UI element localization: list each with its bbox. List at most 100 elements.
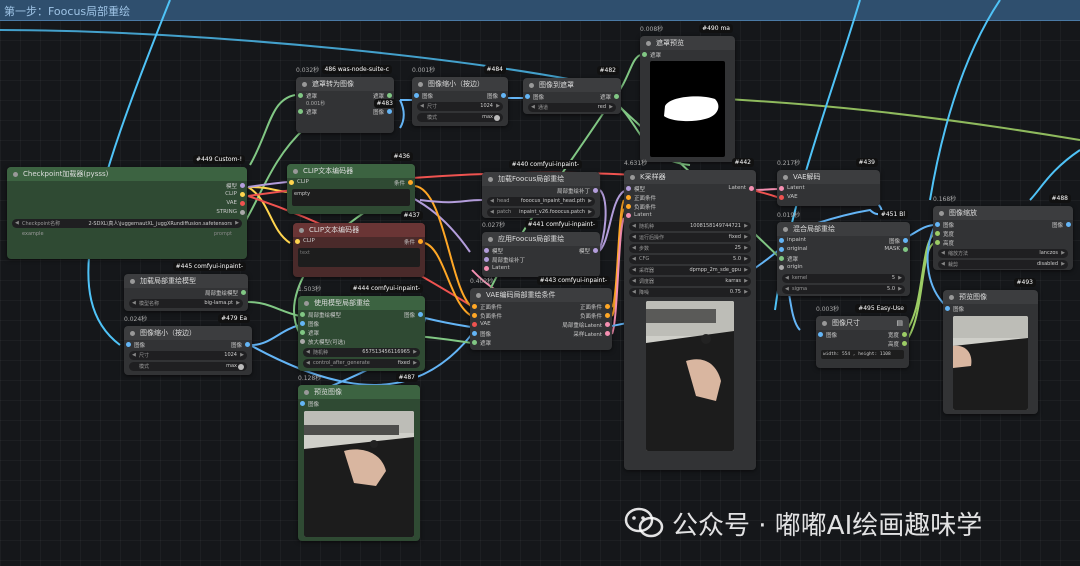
input-slot-upscale-model[interactable] (300, 339, 305, 344)
input-slot-mask[interactable] (298, 109, 303, 114)
node-490-mask-preview[interactable]: 0.008秒 #490 ma 遮罩预览 遮罩 (640, 24, 735, 162)
input-slot-height[interactable] (935, 240, 940, 245)
arrow-right-icon[interactable]: ▶ (744, 278, 748, 284)
collapse-dot-icon[interactable] (630, 174, 635, 180)
output-slot-width[interactable] (902, 332, 907, 337)
patch-widget[interactable]: ◀ patch inpaint_v26.fooocus.patch ▶ (487, 208, 595, 217)
input-slot-image[interactable] (945, 306, 950, 311)
seed-widget[interactable]: ◀ 随机种 657513456116965 ▶ (303, 348, 420, 357)
output-slot-image[interactable] (418, 312, 423, 317)
collapse-dot-icon[interactable] (783, 226, 788, 232)
arrow-left-icon[interactable]: ◀ (132, 300, 136, 306)
input-slot-mask[interactable] (779, 256, 784, 261)
node-487-preview-image[interactable]: 0.128秒 #487 预览图像 图像 (298, 373, 420, 541)
node-header[interactable]: 加载局部重绘模型 (124, 274, 248, 288)
node-header[interactable]: 混合局部重绘 (777, 222, 910, 236)
input-slot-image[interactable] (472, 331, 477, 336)
output-slot-mask[interactable] (903, 247, 908, 252)
arrow-left-icon[interactable]: ◀ (785, 286, 789, 292)
input-slot-mask[interactable] (642, 52, 647, 57)
node-header[interactable]: 应用Foocus局部重绘 (482, 232, 600, 246)
output-slot-image[interactable] (501, 93, 506, 98)
scheduler-widget[interactable]: ◀ 调度器 karras ▶ (629, 277, 751, 286)
sigma-widget[interactable]: ◀ sigma 5.0 ▶ (782, 285, 905, 294)
input-slot-latent[interactable] (779, 186, 784, 191)
collapse-dot-icon[interactable] (299, 227, 304, 233)
arrow-right-icon[interactable]: ▶ (744, 289, 748, 295)
arrow-left-icon[interactable]: ◀ (785, 275, 789, 281)
input-slot-inpaint-model[interactable] (300, 312, 305, 317)
collapse-dot-icon[interactable] (13, 171, 18, 177)
output-slot-height[interactable] (902, 341, 907, 346)
arrow-right-icon[interactable]: ▶ (236, 300, 240, 306)
kernel-widget[interactable]: ◀ kernel 5 ▶ (782, 274, 905, 283)
example-widget[interactable]: example prompt (12, 230, 242, 239)
arrow-left-icon[interactable]: ◀ (941, 261, 945, 267)
input-slot-mask[interactable] (472, 340, 477, 345)
node-header[interactable]: CLIP文本编码器 (287, 164, 415, 178)
output-slot-negative[interactable] (605, 313, 610, 318)
node-header[interactable]: 图像缩放 (933, 206, 1073, 220)
arrow-right-icon[interactable]: ▶ (744, 234, 748, 240)
node-header[interactable]: 图像缩小（按边） (124, 326, 252, 340)
arrow-left-icon[interactable]: ◀ (15, 220, 19, 226)
collapse-dot-icon[interactable] (939, 210, 944, 216)
arrow-left-icon[interactable]: ◀ (632, 245, 636, 251)
collapse-dot-icon[interactable] (476, 292, 481, 298)
node-header[interactable]: 预览图像 (943, 290, 1038, 304)
output-slot-model[interactable] (240, 183, 245, 188)
node-451-blend-inpaint[interactable]: 0.019秒 #451 Bl 混合局部重绘 inpaint 图像 original… (777, 210, 910, 296)
size-widget[interactable]: ◀ 尺寸 1024 ▶ (129, 351, 247, 360)
checkpoint-name-widget[interactable]: ◀ Checkpoint名称 2-SDXL\真人\juggernautXL_jugg… (12, 219, 242, 228)
output-slot-inpaint-latent[interactable] (605, 322, 610, 327)
input-slot-positive[interactable] (626, 195, 631, 200)
node-437-clip-text-encode-negative[interactable]: #437 CLIP文本编码器 CLIP 条件 text (293, 211, 425, 277)
arrow-right-icon[interactable]: ▶ (898, 286, 902, 292)
input-slot-original[interactable] (779, 247, 784, 252)
crop-widget[interactable]: ◀ 裁剪 disabled ▶ (938, 260, 1068, 269)
arrow-right-icon[interactable]: ▶ (609, 104, 613, 110)
seed-widget[interactable]: ◀ 随机种 1008158149744721 ▶ (629, 222, 751, 231)
output-slot-clip[interactable] (240, 192, 245, 197)
input-slot-image[interactable] (935, 222, 940, 227)
size-widget[interactable]: ◀ 尺寸 1024 ▶ (417, 102, 503, 111)
input-slot-model[interactable] (484, 248, 489, 253)
node-header[interactable]: 使用模型局部重绘 (298, 296, 425, 310)
input-slot-negative[interactable] (472, 313, 477, 318)
arrow-right-icon[interactable]: ▶ (413, 360, 417, 366)
arrow-right-icon[interactable]: ▶ (413, 349, 417, 355)
node-header[interactable]: 图像到遮罩 (523, 78, 621, 92)
arrow-left-icon[interactable]: ◀ (632, 234, 636, 240)
input-slot-model[interactable] (626, 186, 631, 191)
output-slot-conditioning[interactable] (408, 180, 413, 185)
input-slot-image[interactable] (525, 94, 530, 99)
arrow-right-icon[interactable]: ▶ (496, 103, 500, 109)
input-slot-image[interactable] (414, 93, 419, 98)
node-441-apply-fooocus-inpaint[interactable]: 0.027秒 #441 comfyui-inpaint- 应用Foocus局部重… (482, 220, 600, 277)
output-slot-image[interactable] (903, 238, 908, 243)
collapse-dot-icon[interactable] (488, 176, 493, 182)
arrow-left-icon[interactable]: ◀ (632, 267, 636, 273)
arrow-left-icon[interactable]: ◀ (531, 104, 535, 110)
node-header[interactable]: 加载Foocus局部重绘 (482, 172, 600, 186)
input-slot-clip[interactable] (295, 239, 300, 244)
arrow-left-icon[interactable]: ◀ (306, 360, 310, 366)
output-slot-inpaint-model[interactable] (241, 290, 246, 295)
collapse-dot-icon[interactable] (293, 168, 298, 174)
arrow-right-icon[interactable]: ▶ (744, 256, 748, 262)
node-486-mask-to-image[interactable]: 0.032秒 486 was-node-suite-c 遮罩转为图像 遮罩 遮罩 … (296, 65, 396, 133)
collapse-dot-icon[interactable] (130, 278, 135, 284)
collapse-dot-icon[interactable] (304, 389, 309, 395)
cfg-widget[interactable]: ◀ CFG 5.0 ▶ (629, 255, 751, 264)
node-header[interactable]: VAE编码局部重绘条件 (470, 288, 612, 302)
output-slot-model[interactable] (593, 248, 598, 253)
input-slot-inpaint-patch[interactable] (484, 257, 489, 262)
arrow-left-icon[interactable]: ◀ (490, 209, 494, 215)
output-slot-positive[interactable] (605, 304, 610, 309)
arrow-right-icon[interactable]: ▶ (744, 223, 748, 229)
node-header[interactable]: 图像缩小（按边） (412, 77, 508, 91)
arrow-right-icon[interactable]: ▶ (898, 275, 902, 281)
upscale-method-widget[interactable]: ◀ 缩放方法 lanczos ▶ (938, 249, 1068, 258)
node-449-checkpoint-loader[interactable]: #449 Custom-! Checkpoint加载器(pysss) 模型 CL… (7, 155, 247, 259)
prompt-textbox[interactable]: text (298, 248, 420, 267)
